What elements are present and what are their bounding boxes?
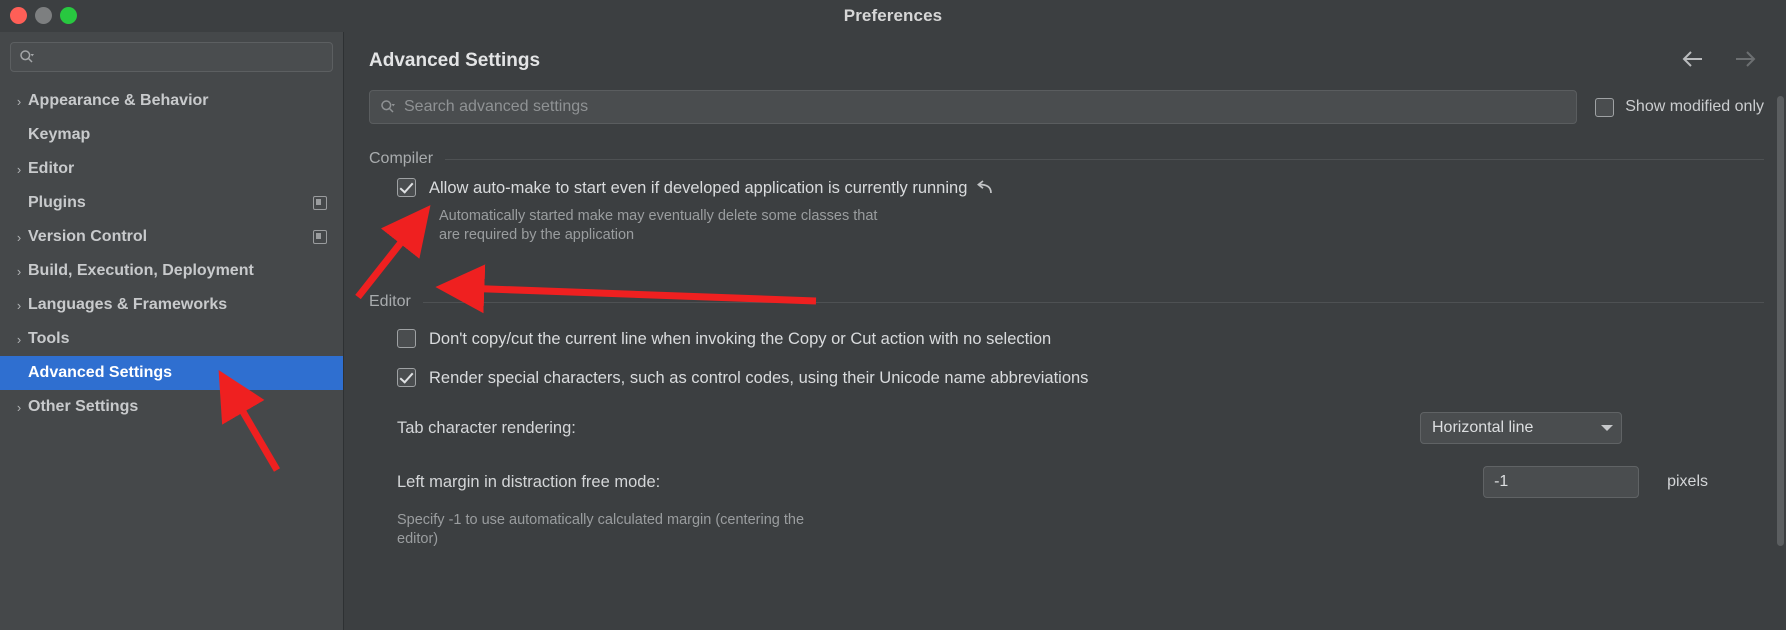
section-header-compiler: Compiler [369, 150, 1764, 168]
chevron-right-icon: › [16, 229, 22, 245]
vertical-scrollbar[interactable] [1777, 96, 1784, 546]
advanced-search-row: Show modified only [345, 90, 1786, 124]
description-line-1: Automatically started make may eventuall… [439, 208, 878, 224]
left-margin-input[interactable] [1494, 473, 1629, 491]
settings-sidebar: › Appearance & Behavior › Keymap › Edito… [0, 32, 344, 630]
zoom-window-button[interactable] [60, 7, 77, 24]
section-title: Editor [369, 293, 411, 310]
hint-line-2: editor) [397, 531, 439, 547]
advanced-search-input[interactable] [404, 98, 1567, 116]
show-modified-only-checkbox[interactable] [1595, 97, 1615, 117]
sidebar-item-languages-frameworks[interactable]: › Languages & Frameworks [0, 288, 343, 322]
render-special-characters-checkbox[interactable] [397, 368, 416, 387]
dont-copy-cut-checkbox[interactable] [397, 329, 416, 348]
section-divider [422, 301, 1764, 303]
chevron-right-icon: › [16, 331, 22, 347]
sidebar-item-label: Languages & Frameworks [28, 296, 228, 313]
settings-tree: › Appearance & Behavior › Keymap › Edito… [0, 84, 343, 424]
sidebar-item-label: Version Control [28, 228, 148, 245]
chevron-right-icon: › [16, 161, 22, 177]
show-modified-only-toggle[interactable]: Show modified only [1595, 97, 1764, 117]
minimize-window-button[interactable] [35, 7, 52, 24]
allow-auto-make-label: Allow auto-make to start even if develop… [429, 178, 993, 198]
sidebar-item-label: Keymap [28, 126, 91, 143]
field-row-left-margin-distraction-free: Left margin in distraction free mode: pi… [369, 466, 1764, 498]
tab-character-rendering-label: Tab character rendering: [397, 418, 576, 437]
section-divider [445, 158, 1764, 160]
sidebar-search-box[interactable] [10, 42, 333, 72]
allow-auto-make-description: Automatically started make may eventuall… [369, 207, 1764, 245]
section-title: Compiler [369, 150, 434, 167]
sidebar-item-plugins[interactable]: › Plugins [0, 186, 343, 220]
close-window-button[interactable] [10, 7, 27, 24]
left-margin-unit-label: pixels [1667, 473, 1708, 490]
project-scope-badge-icon [313, 230, 327, 244]
tab-character-rendering-dropdown[interactable]: Horizontal line [1420, 412, 1622, 444]
navigation-arrows [1680, 46, 1758, 72]
sidebar-item-label: Advanced Settings [28, 364, 173, 381]
sidebar-item-label: Appearance & Behavior [28, 92, 209, 109]
sidebar-item-label: Editor [28, 160, 75, 177]
settings-content: Compiler Allow auto-make to start even i… [345, 150, 1786, 549]
left-margin-input-wrap[interactable] [1483, 466, 1640, 498]
sidebar-item-label: Build, Execution, Deployment [28, 262, 254, 279]
section-header-editor: Editor [369, 293, 1764, 311]
sidebar-search-input[interactable] [41, 43, 324, 71]
chevron-right-icon: › [16, 297, 22, 313]
sidebar-item-label: Plugins [28, 194, 86, 211]
option-row-allow-auto-make[interactable]: Allow auto-make to start even if develop… [369, 178, 1764, 198]
search-icon [380, 99, 396, 115]
allow-auto-make-checkbox[interactable] [397, 178, 416, 197]
sidebar-item-advanced-settings[interactable]: › Advanced Settings [0, 356, 343, 390]
chevron-down-icon [1601, 425, 1613, 431]
window-controls [10, 7, 77, 24]
sidebar-item-label: Tools [28, 330, 70, 347]
sidebar-item-other-settings[interactable]: › Other Settings [0, 390, 343, 424]
dont-copy-cut-label: Don't copy/cut the current line when inv… [429, 330, 1052, 348]
advanced-search-box[interactable] [369, 90, 1578, 124]
revert-arrow-icon[interactable] [975, 180, 993, 195]
sidebar-item-build-execution-deployment[interactable]: › Build, Execution, Deployment [0, 254, 343, 288]
field-row-tab-character-rendering: Tab character rendering: Horizontal line [369, 412, 1764, 444]
page-title: Advanced Settings [369, 50, 541, 71]
sidebar-item-keymap[interactable]: › Keymap [0, 118, 343, 152]
forward-arrow-icon[interactable] [1732, 46, 1758, 72]
left-margin-label: Left margin in distraction free mode: [397, 472, 661, 491]
tab-character-rendering-value: Horizontal line [1432, 419, 1534, 436]
chevron-right-icon: › [16, 263, 22, 279]
sidebar-search-wrap [0, 32, 343, 72]
hint-line-1: Specify -1 to use automatically calculat… [397, 512, 805, 528]
back-arrow-icon[interactable] [1680, 46, 1706, 72]
window-title: Preferences [843, 6, 943, 25]
chevron-right-icon: › [16, 93, 22, 109]
option-row-dont-copy-cut-current-line[interactable]: Don't copy/cut the current line when inv… [369, 329, 1764, 349]
sidebar-item-tools[interactable]: › Tools [0, 322, 343, 356]
preferences-window: Preferences › Appearance & Behavior Keym… [0, 0, 1786, 630]
render-special-characters-label: Render special characters, such as contr… [429, 369, 1089, 387]
left-margin-hint: Specify -1 to use automatically calculat… [369, 511, 1764, 549]
settings-main-panel: Advanced Settings Search advanced settin… [345, 32, 1786, 630]
option-row-render-special-characters[interactable]: Render special characters, such as contr… [369, 368, 1764, 388]
allow-auto-make-label-text: Allow auto-make to start even if develop… [429, 179, 968, 197]
main-header: Advanced Settings [345, 32, 1786, 90]
search-icon [19, 49, 35, 65]
project-scope-badge-icon [313, 196, 327, 210]
sidebar-item-label: Other Settings [28, 398, 139, 415]
chevron-right-icon: › [16, 399, 22, 415]
sidebar-item-version-control[interactable]: › Version Control [0, 220, 343, 254]
sidebar-item-appearance-behavior[interactable]: › Appearance & Behavior [0, 84, 343, 118]
description-line-2: are required by the application [439, 227, 635, 243]
title-bar: Preferences [0, 0, 1786, 32]
show-modified-only-label: Show modified only [1625, 98, 1764, 115]
sidebar-item-editor[interactable]: › Editor [0, 152, 343, 186]
